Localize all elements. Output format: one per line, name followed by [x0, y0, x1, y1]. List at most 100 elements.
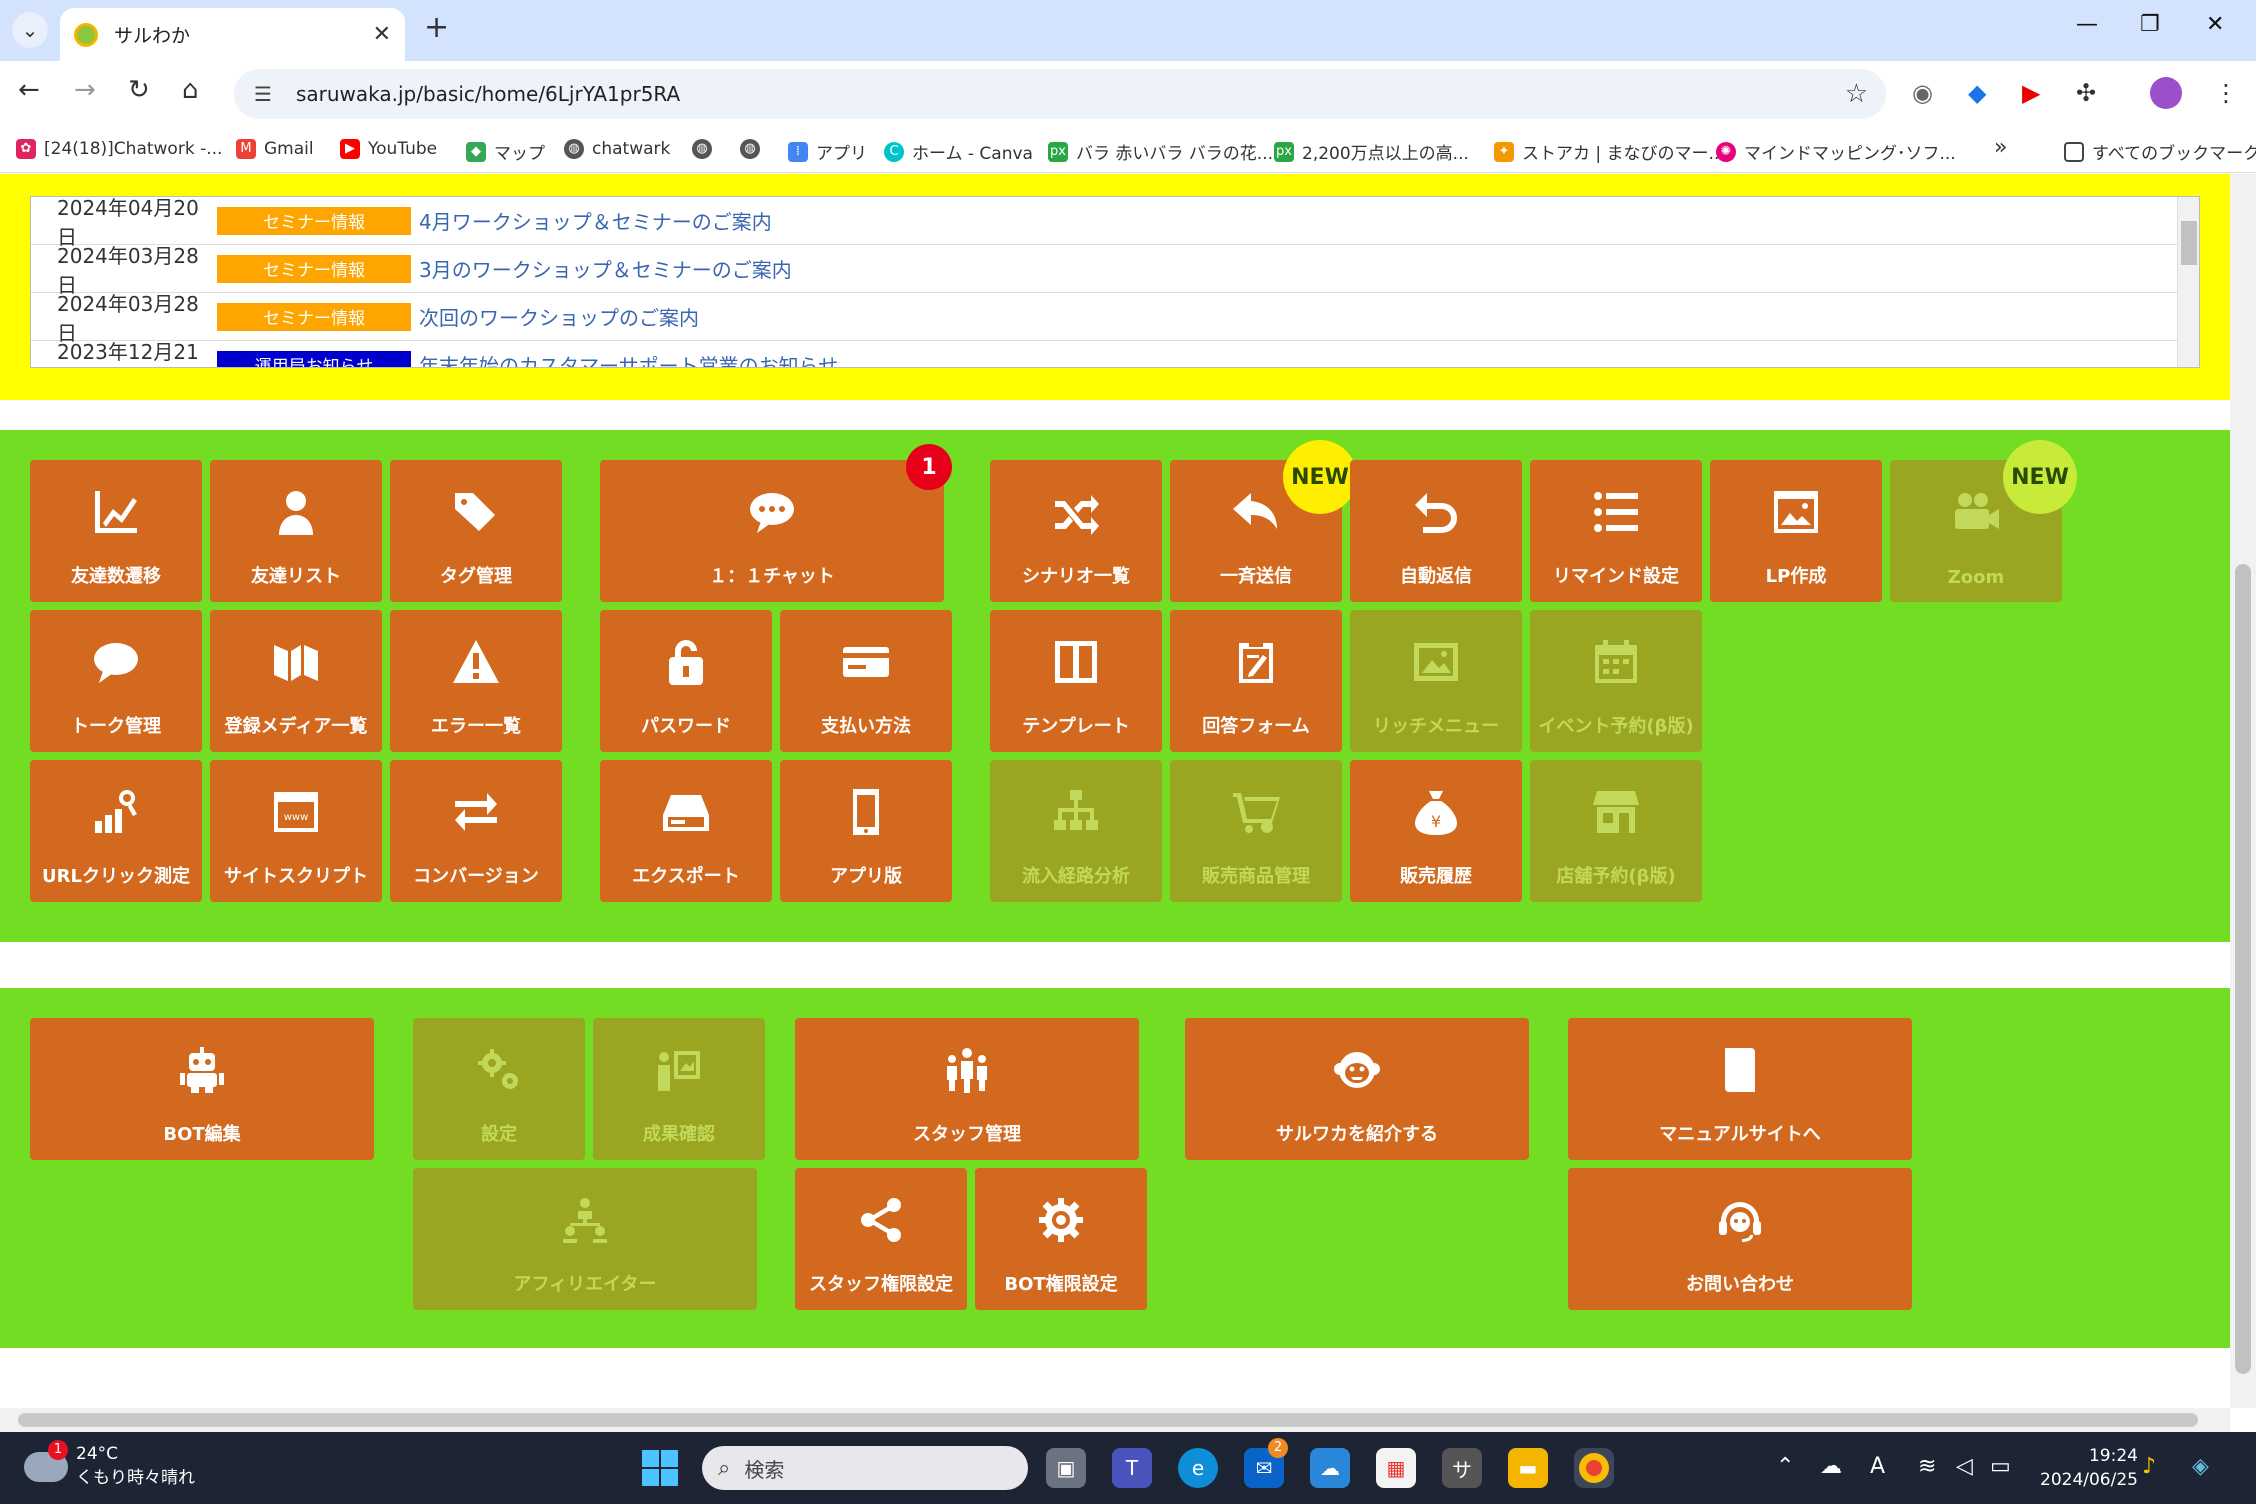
reload-icon[interactable]: ↻: [128, 75, 150, 105]
store-reservation-button[interactable]: 店舗予約(β版): [1530, 760, 1702, 902]
page-vertical-scrollbar[interactable]: [2230, 174, 2256, 1408]
close-tab-icon[interactable]: ✕: [373, 22, 391, 47]
template-button[interactable]: テンプレート: [990, 610, 1162, 752]
introduce-button[interactable]: サルワカを紹介する: [1185, 1018, 1529, 1160]
all-bookmarks[interactable]: すべてのブックマーク: [2064, 139, 2256, 164]
lp-create-button[interactable]: LP作成: [1710, 460, 1882, 602]
manual-site-button[interactable]: マニュアルサイトへ: [1568, 1018, 1912, 1160]
forward-icon[interactable]: →: [74, 75, 96, 105]
remind-settings-button[interactable]: リマインド設定: [1530, 460, 1702, 602]
teams-icon[interactable]: T: [1112, 1448, 1152, 1488]
app-version-button[interactable]: アプリ版: [780, 760, 952, 902]
camera-icon[interactable]: ◉: [1912, 79, 1933, 107]
product-manage-button[interactable]: 販売商品管理: [1170, 760, 1342, 902]
results-button[interactable]: 成果確認: [593, 1018, 765, 1160]
bookmark-rose[interactable]: px バラ 赤いバラ バラの花...: [1048, 139, 1273, 164]
staff-permission-button[interactable]: スタッフ権限設定: [795, 1168, 967, 1310]
restore-icon[interactable]: ❐: [2140, 12, 2160, 37]
bookmark-maps[interactable]: ◆ マップ: [466, 139, 545, 164]
volume-icon[interactable]: ◁: [1956, 1454, 1973, 1479]
bookmarks-overflow[interactable]: »: [1994, 135, 2007, 160]
bookmark-canva[interactable]: C ホーム - Canva: [884, 139, 1033, 164]
address-bar[interactable]: ☰ saruwaka.jp/basic/home/6LjrYA1pr5RA ☆: [234, 69, 1886, 119]
menu-icon[interactable]: ⋮: [2214, 79, 2238, 107]
affiliate-button[interactable]: アフィリエイター: [413, 1168, 757, 1310]
talk-manage-button[interactable]: トーク管理: [30, 610, 202, 752]
friends-list-button[interactable]: 友達リスト: [210, 460, 382, 602]
bookmark-youtube[interactable]: ▶ YouTube: [340, 139, 437, 159]
news-scrollbar[interactable]: [2177, 197, 2199, 367]
news-link[interactable]: 3月のワークショップ＆セミナーのご案内: [419, 254, 792, 283]
cloud-sync-icon[interactable]: ☁: [1820, 1454, 1842, 1479]
bookmark-chatwork[interactable]: ✿ [24(18)]Chatwork -...: [16, 139, 222, 159]
site-info-icon[interactable]: ☰: [254, 82, 272, 106]
battery-icon[interactable]: ▭: [1990, 1454, 2011, 1479]
profile-avatar[interactable]: [2150, 77, 2182, 109]
event-reservation-button[interactable]: イベント予約(β版): [1530, 610, 1702, 752]
task-view-icon[interactable]: ▣: [1046, 1448, 1086, 1488]
site-script-button[interactable]: www サイトスクリプト: [210, 760, 382, 902]
close-window-icon[interactable]: ✕: [2206, 12, 2224, 37]
export-button[interactable]: エクスポート: [600, 760, 772, 902]
notification-bell-icon[interactable]: ♪: [2142, 1454, 2156, 1479]
windows-start-icon[interactable]: [642, 1450, 678, 1486]
app-sa-icon[interactable]: サ: [1442, 1448, 1482, 1488]
password-button[interactable]: パスワード: [600, 610, 772, 752]
tag-manage-button[interactable]: タグ管理: [390, 460, 562, 602]
url-text[interactable]: saruwaka.jp/basic/home/6LjrYA1pr5RA: [296, 82, 680, 106]
ime-indicator[interactable]: A: [1870, 1454, 1885, 1479]
bookmark-globe-2[interactable]: ◍: [740, 139, 768, 159]
extensions-icon[interactable]: ✣: [2076, 79, 2096, 107]
new-tab-button[interactable]: +: [424, 10, 449, 45]
bookmark-street-academy[interactable]: ✦ ストアカ | まなびのマー...: [1494, 139, 1725, 164]
conversion-button[interactable]: コンバージョン: [390, 760, 562, 902]
bookmark-pixta[interactable]: px 2,200万点以上の高...: [1274, 139, 1469, 164]
bookmark-mindmap[interactable]: ✺ マインドマッピング･ソフ...: [1716, 139, 1956, 164]
onedrive-icon[interactable]: ☁: [1310, 1448, 1350, 1488]
home-icon[interactable]: ⌂: [182, 75, 199, 105]
answer-form-button[interactable]: 回答フォーム: [1170, 610, 1342, 752]
wifi-icon[interactable]: ≋: [1918, 1454, 1936, 1479]
bookmark-gmail[interactable]: M Gmail: [236, 139, 314, 159]
scenario-list-button[interactable]: シナリオ一覧: [990, 460, 1162, 602]
bot-edit-button[interactable]: BOT編集: [30, 1018, 374, 1160]
page-horizontal-scrollbar[interactable]: [0, 1408, 2230, 1432]
minimize-icon[interactable]: —: [2076, 12, 2098, 37]
url-click-button[interactable]: URLクリック測定: [30, 760, 202, 902]
error-list-button[interactable]: エラー一覧: [390, 610, 562, 752]
youtube-extension-icon[interactable]: ▶: [2022, 79, 2040, 107]
contact-button[interactable]: お問い合わせ: [1568, 1168, 1912, 1310]
weather-widget[interactable]: 24°C くもり時々晴れ: [76, 1442, 195, 1490]
news-scroll-thumb[interactable]: [2181, 221, 2197, 265]
clock[interactable]: 19:24 2024/06/25: [2040, 1444, 2138, 1492]
store-icon[interactable]: ▦: [1376, 1448, 1416, 1488]
friends-trend-button[interactable]: 友達数遷移: [30, 460, 202, 602]
taskbar-search[interactable]: ⌕ 検索: [702, 1446, 1028, 1490]
page-scroll-thumb[interactable]: [2235, 564, 2251, 1374]
bookmark-apps[interactable]: ⁞ アプリ: [788, 139, 867, 164]
extension-1-icon[interactable]: ◆: [1968, 79, 1986, 107]
sales-history-button[interactable]: ¥ 販売履歴: [1350, 760, 1522, 902]
chrome-icon[interactable]: [1574, 1448, 1614, 1488]
edge-icon[interactable]: e: [1178, 1448, 1218, 1488]
copilot-icon[interactable]: ◈: [2192, 1454, 2209, 1479]
news-link[interactable]: 4月ワークショップ＆セミナーのご案内: [419, 206, 772, 235]
auto-reply-button[interactable]: 自動返信: [1350, 460, 1522, 602]
inflow-analysis-button[interactable]: 流入経路分析: [990, 760, 1162, 902]
back-icon[interactable]: ←: [18, 75, 40, 105]
bookmark-chatwark[interactable]: ◍ chatwark: [564, 139, 670, 159]
payment-method-button[interactable]: 支払い方法: [780, 610, 952, 752]
page-hscroll-thumb[interactable]: [18, 1413, 2198, 1427]
file-explorer-icon[interactable]: ▬: [1508, 1448, 1548, 1488]
one-on-one-chat-button[interactable]: １：１チャット: [600, 460, 944, 602]
rich-menu-button[interactable]: リッチメニュー: [1350, 610, 1522, 752]
media-list-button[interactable]: 登録メディア一覧: [210, 610, 382, 752]
settings-button[interactable]: 設定: [413, 1018, 585, 1160]
active-tab[interactable]: サルわか ✕: [60, 8, 405, 61]
tray-chevron-icon[interactable]: ⌃: [1776, 1454, 1794, 1479]
bot-permission-button[interactable]: BOT権限設定: [975, 1168, 1147, 1310]
staff-manage-button[interactable]: スタッフ管理: [795, 1018, 1139, 1160]
bookmark-globe-1[interactable]: ◍: [692, 139, 720, 159]
tab-search-button[interactable]: ⌄: [12, 12, 48, 48]
news-link[interactable]: 次回のワークショップのご案内: [419, 302, 699, 331]
